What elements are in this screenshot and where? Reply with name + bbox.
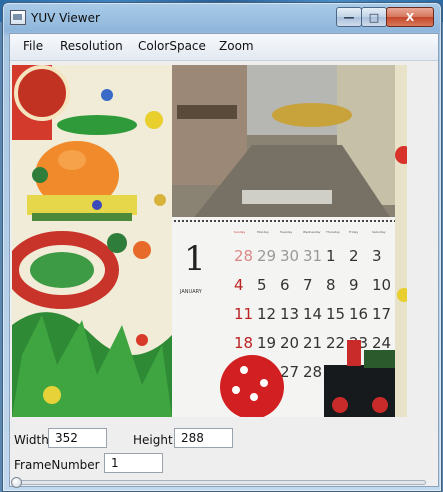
fabric-wheel [14, 65, 70, 121]
menu-colorspace[interactable]: ColorSpace [138, 39, 206, 53]
calendar-date: 9 [349, 276, 359, 294]
frame-number-label: FrameNumber [14, 458, 100, 472]
toy-ball [220, 355, 284, 417]
menu-zoom[interactable]: Zoom [219, 39, 254, 53]
calendar-date: 7 [303, 276, 313, 294]
calendar-date: 18 [234, 334, 253, 352]
menu-bar: File Resolution ColorSpace Zoom [10, 34, 438, 61]
calendar-month-number: 1 [184, 239, 206, 279]
toy-train-wheel [332, 397, 348, 413]
calendar-day-header: Monday [257, 230, 269, 234]
menu-file[interactable]: File [23, 39, 43, 53]
fabric-leaf [107, 233, 127, 253]
calendar-day-header: Saturday [372, 230, 386, 234]
fabric-bird [43, 386, 61, 404]
toy-ball-dot [250, 393, 258, 401]
calendar-date: 24 [372, 334, 391, 352]
toy-ball-dot [240, 366, 248, 374]
fabric-green-band [32, 213, 132, 221]
calendar-date: 6 [280, 276, 290, 294]
frame-number-field[interactable]: 1 [104, 453, 163, 473]
menu-resolution[interactable]: Resolution [60, 39, 123, 53]
calendar-date: 3 [372, 247, 382, 265]
fabric-grass [57, 115, 137, 135]
yuv-frame-image[interactable]: Sunday Monday Tuesday Wednesday Thursday Frid… [12, 65, 407, 417]
app-icon [10, 10, 26, 25]
fabric-right [395, 65, 407, 417]
yuv-viewer-window: YUV Viewer — □ X File Resolution ColorSp… [2, 2, 442, 492]
calendar-date: 17 [372, 305, 391, 323]
frame-slider-thumb[interactable] [11, 477, 22, 488]
fabric-yellow-band [27, 195, 137, 215]
fabric-flower [92, 200, 102, 210]
width-field[interactable]: 352 [48, 428, 107, 448]
frame-slider-track[interactable] [12, 480, 426, 485]
calendar-date: 11 [234, 305, 253, 323]
calendar-date: 12 [257, 305, 276, 323]
calendar-day-header: Friday [349, 230, 358, 234]
calendar-date: 10 [372, 276, 391, 294]
calendar-date: 5 [257, 276, 267, 294]
calendar-date: 28 [234, 247, 253, 265]
poster-umbrellas [272, 103, 352, 127]
calendar-date: 14 [303, 305, 322, 323]
title-bar[interactable]: YUV Viewer — □ X [3, 3, 441, 33]
calendar-day-header: Sunday [234, 230, 245, 234]
frame-canvas: Sunday Monday Tuesday Wednesday Thursday Frid… [12, 65, 407, 417]
calendar-date: 31 [303, 247, 322, 265]
client-area: File Resolution ColorSpace Zoom Sunday M… [9, 33, 439, 488]
toy-ball-dot [232, 386, 240, 394]
calendar-date: 29 [257, 247, 276, 265]
calendar-date: 2 [349, 247, 359, 265]
calendar-date: 28 [303, 363, 322, 381]
window-title: YUV Viewer [31, 11, 100, 25]
toy-train-chimney [347, 340, 361, 366]
calendar-date: 21 [303, 334, 322, 352]
toy-ball-dot [260, 379, 268, 387]
width-label: Width [14, 433, 49, 447]
calendar-date: 22 [326, 334, 345, 352]
calendar-month-name: JANUARY [179, 289, 203, 295]
calendar-day-header: Tuesday [279, 230, 292, 234]
calendar-date: 1 [326, 247, 336, 265]
height-label: Height [133, 433, 173, 447]
toy-train-wheel [372, 397, 388, 413]
fabric-flower [136, 334, 148, 346]
height-field[interactable]: 288 [174, 428, 233, 448]
calendar-day-header: Thursday [325, 230, 340, 234]
maximize-button[interactable]: □ [361, 7, 387, 27]
fabric-fox-head [58, 150, 86, 170]
calendar-date: 19 [257, 334, 276, 352]
calendar-date: 8 [326, 276, 336, 294]
calendar-date: 4 [234, 276, 244, 294]
calendar-date: 20 [280, 334, 299, 352]
fabric-leaf [32, 167, 48, 183]
calendar-day-header: Wednesday [303, 230, 321, 234]
fabric-bird [145, 111, 163, 129]
poster-crosswalk [242, 190, 332, 204]
poster-awning [177, 105, 237, 119]
calendar-date: 27 [280, 363, 299, 381]
calendar-date: 13 [280, 305, 299, 323]
minimize-button[interactable]: — [336, 7, 362, 27]
calendar-date: 16 [349, 305, 368, 323]
calendar-date: 15 [326, 305, 345, 323]
fabric-flower [154, 194, 166, 206]
calendar-date: 30 [280, 247, 299, 265]
fabric-flower [133, 241, 151, 259]
fabric-green-center [30, 252, 94, 288]
close-button[interactable]: X [386, 7, 434, 27]
fabric-flower [101, 89, 113, 101]
